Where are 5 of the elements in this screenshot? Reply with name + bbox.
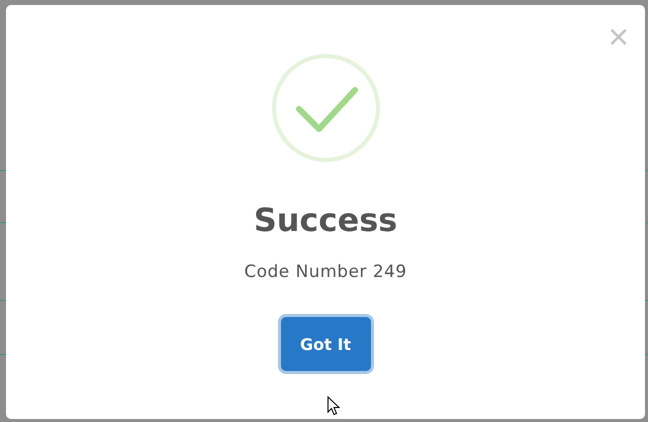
got-it-button[interactable]: Got It [280,317,370,371]
mouse-cursor-icon [327,396,341,416]
success-check-icon [270,52,382,164]
dialog-title: Success [254,200,398,240]
dialog-message: Code Number 249 [244,262,407,282]
